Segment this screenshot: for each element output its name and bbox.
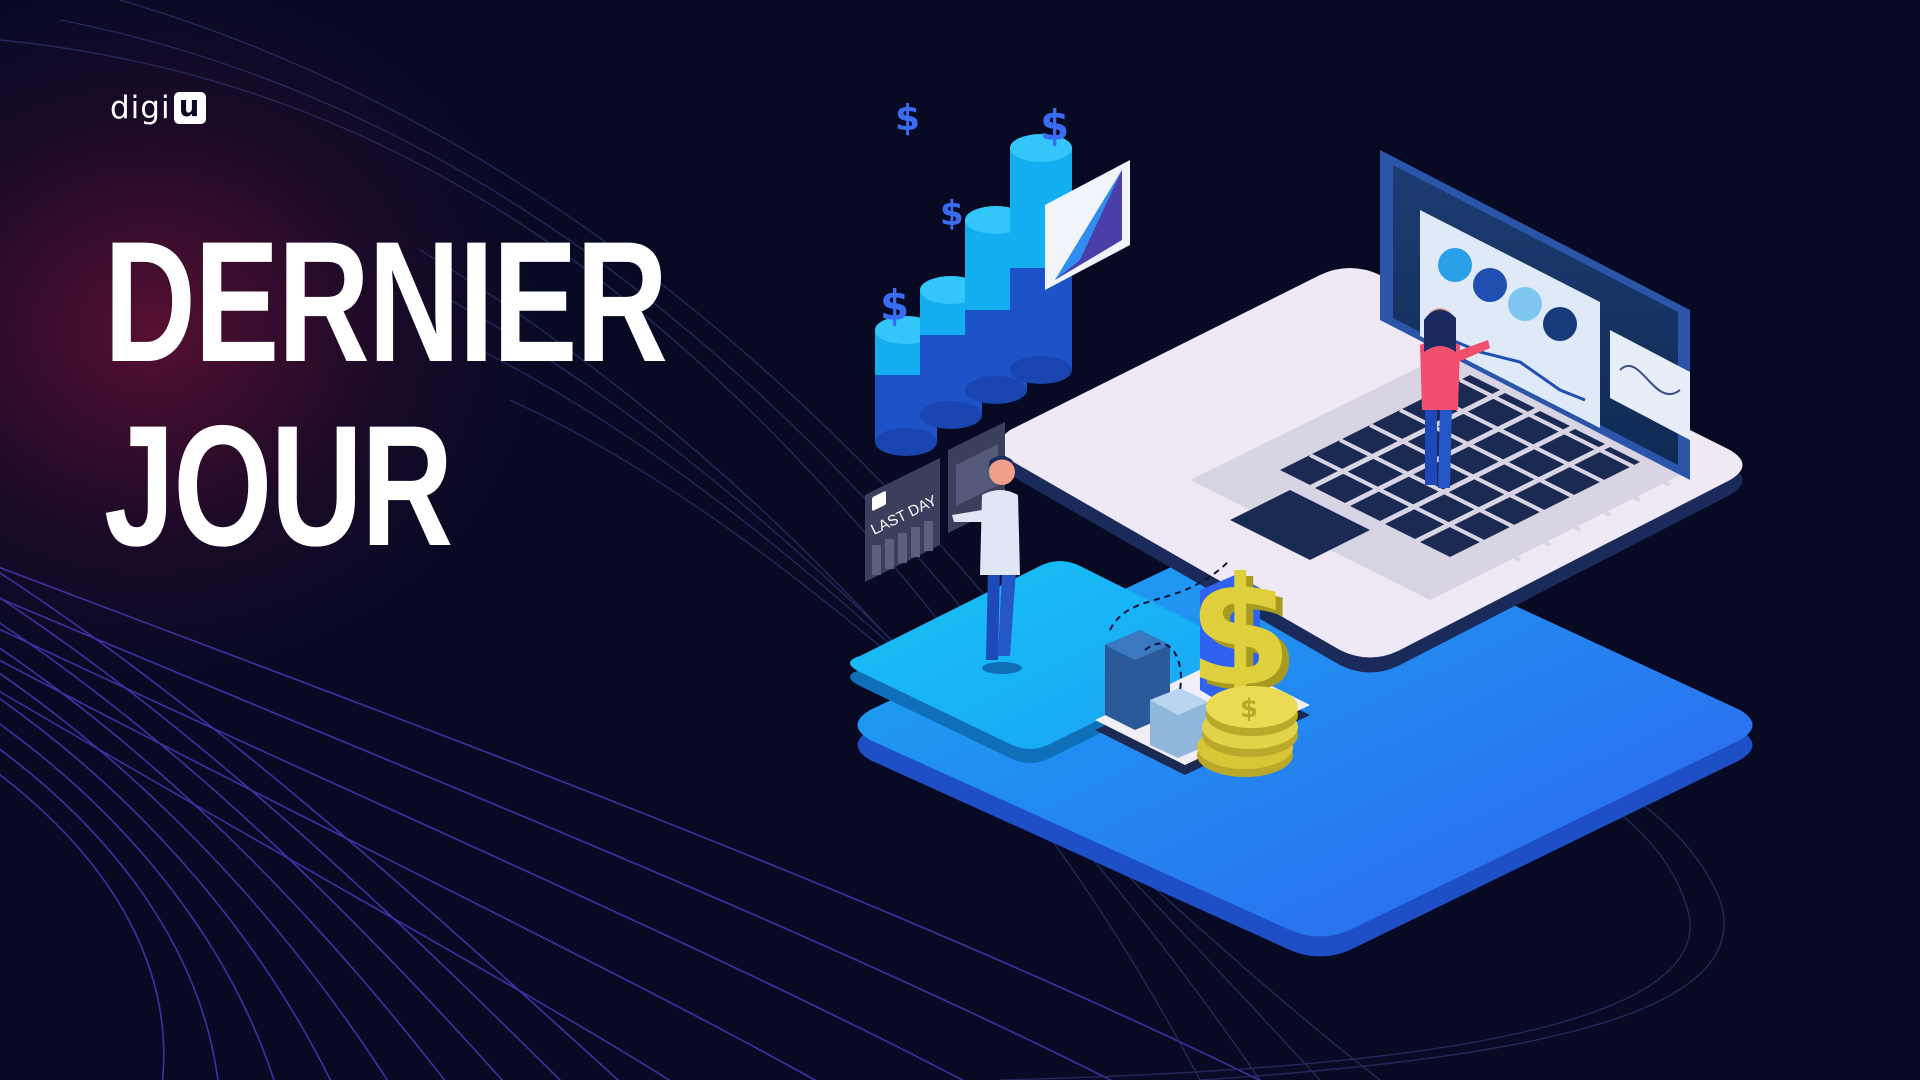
headline-line-2: JOUR [104, 390, 453, 582]
coin-symbol: $ [1240, 694, 1258, 724]
headline: DERNIER JOUR [104, 206, 668, 582]
logo-box: u [173, 92, 206, 124]
logo-text: digi [110, 90, 171, 126]
dollar-sign-3: $ [940, 194, 964, 234]
digiu-logo: digi u [110, 90, 206, 126]
dollar-sign-2: $ [1040, 101, 1069, 150]
banner: digi u DERNIER JOUR $ $ $ $ LAST DAY $ $… [0, 0, 1920, 1080]
coin-stack: $ [1197, 686, 1298, 777]
isometric-finance-illustration: $ $ $ $ LAST DAY $ $ $ [850, 98, 1753, 957]
headline-line-1: DERNIER [104, 206, 668, 398]
dollar-sign-4: $ [880, 281, 909, 330]
dollar-sign-1: $ [895, 98, 920, 139]
